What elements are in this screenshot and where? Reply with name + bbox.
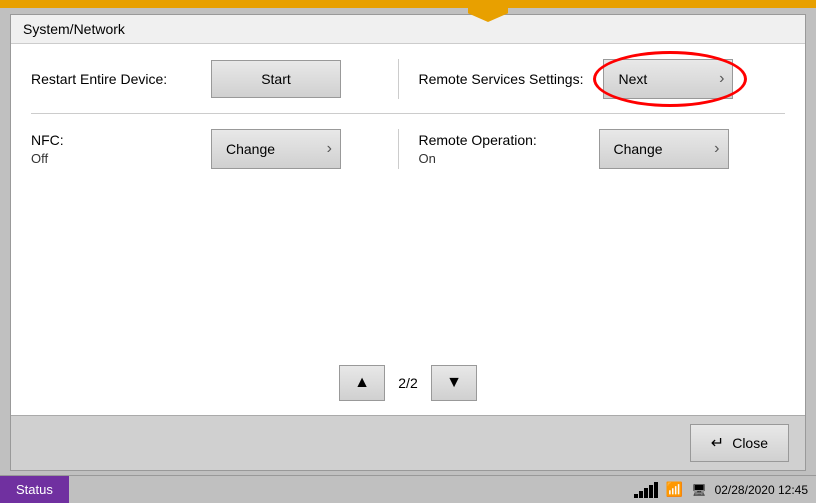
right-section-1: Remote Services Settings: Next › xyxy=(398,59,786,99)
page-up-button[interactable]: ▲ xyxy=(339,365,385,401)
wifi-icon: 📶 xyxy=(666,481,683,498)
page-down-button[interactable]: ▼ xyxy=(431,365,477,401)
window-bottom-bar: ↵ Close xyxy=(11,415,805,470)
status-label: Status xyxy=(0,476,69,503)
start-button-label: Start xyxy=(261,71,291,87)
title-bar: System/Network xyxy=(11,15,805,44)
bar-5 xyxy=(654,482,658,498)
page-down-icon: ▼ xyxy=(446,374,462,392)
page-indicator: 2/2 xyxy=(393,375,423,391)
remote-op-arrow-icon: › xyxy=(714,140,727,158)
next-button[interactable]: Next › xyxy=(603,59,733,99)
nfc-value: Off xyxy=(31,151,191,166)
settings-row-2: NFC: Off Change › Remote Operation: On C… xyxy=(31,114,785,184)
network-icon: 🖥 xyxy=(691,483,706,497)
left-section-2: NFC: Off Change › xyxy=(31,129,398,169)
remote-op-change-label: Change xyxy=(600,141,663,157)
status-right: 📶 🖥 02/28/2020 12:45 xyxy=(634,481,816,498)
right-section-2: Remote Operation: On Change › xyxy=(398,129,786,169)
restart-label-group: Restart Entire Device: xyxy=(31,71,191,87)
nfc-label: NFC: xyxy=(31,132,191,148)
window-title: System/Network xyxy=(23,21,125,37)
page-up-icon: ▲ xyxy=(354,374,370,392)
remote-services-label-group: Remote Services Settings: xyxy=(419,71,584,87)
nfc-arrow-icon: › xyxy=(327,140,340,158)
start-button[interactable]: Start xyxy=(211,60,341,98)
nfc-change-button-label: Change xyxy=(212,141,275,157)
nfc-change-button[interactable]: Change › xyxy=(211,129,341,169)
remote-op-change-button[interactable]: Change › xyxy=(599,129,729,169)
pagination: ▲ 2/2 ▼ xyxy=(11,355,805,415)
remote-services-label: Remote Services Settings: xyxy=(419,71,584,87)
close-button-label: Close xyxy=(732,435,768,451)
enter-icon: ↵ xyxy=(711,433,724,453)
rows-container: Restart Entire Device: Start Remote Serv… xyxy=(11,44,805,355)
datetime-label: 02/28/2020 12:45 xyxy=(715,483,808,497)
left-section-1: Restart Entire Device: Start xyxy=(31,60,398,98)
next-arrow-icon: › xyxy=(719,70,732,88)
status-bar: Status 📶 🖥 02/28/2020 12:45 xyxy=(0,475,816,503)
bar-3 xyxy=(644,488,648,498)
content-area: Restart Entire Device: Start Remote Serv… xyxy=(11,44,805,415)
main-window: System/Network Restart Entire Device: St… xyxy=(10,14,806,471)
bar-2 xyxy=(639,491,643,498)
next-button-label: Next xyxy=(604,71,647,87)
bar-1 xyxy=(634,494,638,498)
top-bar xyxy=(0,0,816,8)
remote-op-value: On xyxy=(419,151,579,166)
restart-label: Restart Entire Device: xyxy=(31,71,191,87)
nfc-label-group: NFC: Off xyxy=(31,132,191,166)
bar-4 xyxy=(649,485,653,498)
next-btn-wrapper: Next › xyxy=(603,59,733,99)
close-button[interactable]: ↵ Close xyxy=(690,424,789,462)
remote-op-label: Remote Operation: xyxy=(419,132,579,148)
remote-op-label-group: Remote Operation: On xyxy=(419,132,579,166)
settings-row-1: Restart Entire Device: Start Remote Serv… xyxy=(31,44,785,114)
signal-bars-icon xyxy=(634,482,658,498)
